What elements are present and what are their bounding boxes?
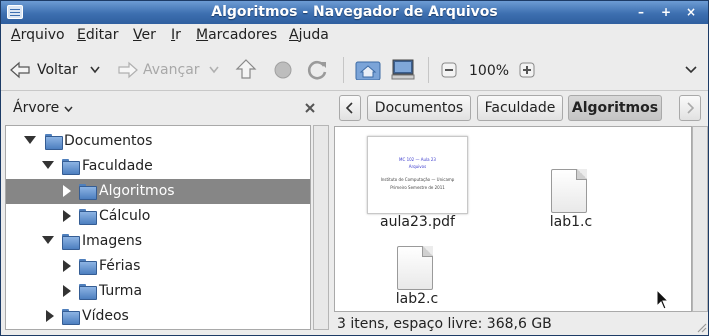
file-item-aula23[interactable]: aula23.pdf: [367, 214, 468, 230]
file-item-lab2[interactable]: lab2.c: [377, 291, 457, 307]
forward-arrow-icon: [118, 61, 138, 79]
tree-item-label: Imagens: [82, 233, 143, 249]
sidebar-close-icon[interactable]: [304, 102, 316, 114]
tree-item-turma[interactable]: Turma: [6, 279, 310, 304]
minimize-button[interactable]: –: [631, 3, 651, 21]
expander-collapsed-icon[interactable]: [63, 260, 71, 272]
tree-item-label: Vídeos: [82, 308, 129, 324]
tree-item-ferias[interactable]: Férias: [6, 254, 310, 279]
path-bar: Documentos Faculdade Algoritmos: [337, 95, 707, 123]
back-history-chevron-icon[interactable]: [90, 66, 100, 88]
file-manager-window: Algoritmos - Navegador de Arquivos – + ×…: [0, 0, 709, 336]
folder-icon: [79, 184, 97, 200]
expander-collapsed-icon[interactable]: [46, 310, 54, 322]
tree-item-videos[interactable]: Vídeos: [6, 304, 310, 329]
folder-icon: [79, 284, 97, 300]
expander-expanded-icon[interactable]: [42, 161, 54, 169]
mouse-pointer-icon: [656, 289, 670, 310]
tree-item-calculo[interactable]: Cálculo: [6, 204, 310, 229]
resize-grip-icon[interactable]: [697, 323, 707, 333]
back-button[interactable]: Voltar: [9, 59, 78, 81]
window-title: Algoritmos - Navegador de Arquivos: [211, 4, 498, 20]
sidebar-view-selector[interactable]: Árvore: [13, 100, 73, 116]
expander-collapsed-icon[interactable]: [63, 210, 71, 222]
folder-icon: [79, 259, 97, 275]
forward-button[interactable]: Avançar: [117, 59, 200, 81]
folder-icon: [45, 134, 63, 150]
title-bar[interactable]: Algoritmos - Navegador de Arquivos – + ×: [1, 1, 708, 24]
expander-expanded-icon[interactable]: [42, 236, 54, 244]
forward-history-chevron-icon[interactable]: [209, 66, 219, 88]
expander-expanded-icon[interactable]: [24, 136, 36, 144]
pdf-thumbnail-icon[interactable]: MC 102 — Aula 23 Arquivos Instituto de C…: [367, 136, 468, 214]
tree-item-algoritmos[interactable]: Algoritmos: [6, 179, 310, 204]
path-scroll-right-button[interactable]: [679, 95, 701, 121]
path-scroll-left-button[interactable]: [339, 95, 361, 121]
forward-label: Avançar: [143, 62, 200, 78]
close-button[interactable]: ×: [681, 3, 701, 21]
back-arrow-icon: [10, 61, 30, 79]
maximize-button[interactable]: +: [656, 3, 676, 21]
pdf-preview-line: Arquivos: [408, 164, 427, 169]
computer-icon[interactable]: [390, 58, 416, 80]
sidebar-view-label: Árvore: [13, 100, 60, 116]
back-label: Voltar: [37, 62, 78, 78]
chevron-left-icon: [345, 102, 353, 114]
menu-bar: Arquivo Editar Ver Ir Marcadores Ajuda: [1, 24, 708, 48]
tree-item-label: Cálculo: [99, 208, 151, 224]
pdf-preview-line: Instituto de Computação — Unicamp: [380, 177, 455, 182]
folder-icon: [79, 209, 97, 225]
folder-icon: [62, 234, 80, 250]
tree-item-imagens[interactable]: Imagens: [6, 229, 310, 254]
menu-ver[interactable]: Ver: [133, 27, 156, 43]
chevron-right-icon: [687, 102, 695, 114]
folder-icon: [62, 159, 80, 175]
toolbar: Voltar Avançar 100%: [1, 49, 708, 91]
status-bar-text: 3 itens, espaço livre: 368,6 GB: [337, 316, 552, 332]
tree-item-documentos[interactable]: Documentos: [6, 129, 310, 154]
menu-ajuda[interactable]: Ajuda: [289, 27, 329, 43]
tree-item-label: Faculdade: [82, 158, 153, 174]
text-file-icon[interactable]: [551, 169, 587, 213]
home-folder-icon[interactable]: [355, 58, 381, 80]
tree-item-label: Algoritmos: [99, 183, 175, 199]
up-arrow-icon[interactable]: [235, 58, 257, 80]
sidebar-scrollbar[interactable]: [313, 125, 329, 330]
crumb-documentos[interactable]: Documentos: [367, 95, 471, 121]
menu-marcadores[interactable]: Marcadores: [196, 27, 277, 43]
sidebar-header: Árvore: [1, 93, 331, 123]
zoom-level: 100%: [469, 63, 510, 79]
crumb-algoritmos[interactable]: Algoritmos: [568, 95, 662, 121]
tree-item-label: Férias: [99, 258, 141, 274]
menu-editar[interactable]: Editar: [77, 27, 118, 43]
text-file-icon[interactable]: [397, 246, 433, 290]
sidebar-view-chevron-icon: [64, 106, 73, 113]
stop-icon[interactable]: [273, 60, 293, 82]
expander-collapsed-icon[interactable]: [63, 185, 71, 197]
menu-arquivo[interactable]: Arquivo: [11, 27, 65, 43]
tree-item-faculdade[interactable]: Faculdade: [6, 154, 310, 179]
menu-ir[interactable]: Ir: [171, 27, 181, 43]
zoom-out-icon[interactable]: [441, 62, 457, 84]
zoom-in-icon[interactable]: [519, 62, 535, 84]
expander-collapsed-icon[interactable]: [63, 285, 71, 297]
toolbar-separator: [428, 57, 429, 83]
tree-item-label: Documentos: [64, 133, 153, 149]
file-item-lab1[interactable]: lab1.c: [531, 214, 611, 230]
crumb-faculdade[interactable]: Faculdade: [477, 95, 563, 121]
toolbar-overflow-chevron-icon[interactable]: [685, 66, 697, 88]
icon-view-scrollbar[interactable]: [692, 126, 708, 312]
tree-item-label: Turma: [99, 283, 143, 299]
toolbar-separator: [343, 57, 344, 83]
pdf-preview-line: Primeiro Semestre de 2011: [390, 185, 445, 190]
pdf-preview-line: MC 102 — Aula 23: [399, 157, 436, 162]
sidebar-tree: Documentos Faculdade Algoritmos Cálculo …: [5, 125, 311, 330]
folder-icon: [62, 309, 80, 325]
reload-icon[interactable]: [307, 59, 329, 81]
